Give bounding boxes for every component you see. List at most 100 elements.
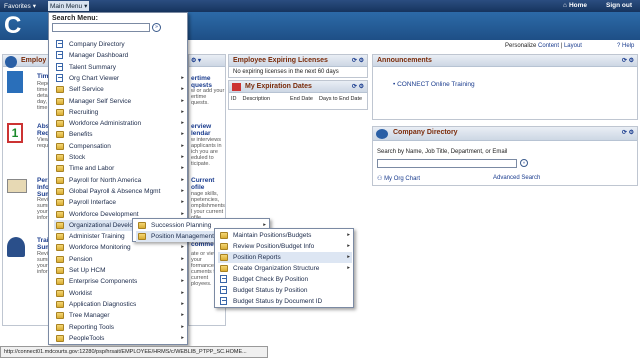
favorites-menu[interactable]: Favorites ▾: [4, 2, 36, 11]
home-link[interactable]: ⌂ Home: [563, 2, 587, 9]
directory-search-button[interactable]: »: [520, 159, 528, 167]
overtime-link[interactable]: ertime quests: [191, 75, 225, 89]
pagelet-controls[interactable]: ⟳ ⚙: [622, 129, 634, 136]
menu-item-workforce-monitoring[interactable]: Workforce Monitoring ▸: [54, 242, 186, 253]
menu-item-application-diagnostics[interactable]: Application Diagnostics ▸: [54, 299, 186, 310]
personalize-links: Personalize Content | Layout: [505, 43, 582, 49]
pagelet-title: Employee Expiring Licenses: [233, 57, 328, 64]
folder-icon: [56, 165, 64, 173]
menu-item-position-reports[interactable]: Position Reports ▸: [218, 252, 352, 263]
menu-item-budget-status-by-position[interactable]: Budget Status by Position: [218, 285, 352, 296]
menu-item-self-service[interactable]: Self Service ▸: [54, 84, 186, 95]
menu-search-button[interactable]: »: [152, 23, 161, 32]
menu-item-label: Position Reports: [233, 254, 281, 261]
pagelet-header: Employee Expiring Licenses ⟳ ⚙: [229, 55, 367, 67]
menu-item-worklist[interactable]: Worklist ▸: [54, 288, 186, 299]
folder-icon: [56, 210, 64, 218]
menu-item-payroll-interface[interactable]: Payroll Interface ▸: [54, 197, 186, 208]
menu-item-maintain-positions-budgets[interactable]: Maintain Positions/Budgets ▸: [218, 230, 352, 241]
menu-item-benefits[interactable]: Benefits ▸: [54, 129, 186, 140]
profile-link[interactable]: Current ofile: [191, 177, 225, 191]
menu-item-review-position-budget-info[interactable]: Review Position/Budget Info ▸: [218, 241, 352, 252]
favorites-label: Favorites: [4, 2, 31, 10]
menu-item-workforce-administration[interactable]: Workforce Administration ▸: [54, 118, 186, 129]
org-chart-link[interactable]: ⚇ My Org Chart: [377, 175, 420, 182]
document-icon: [56, 62, 63, 71]
interview-link[interactable]: erview lendar: [191, 123, 225, 137]
menu-item-manager-dashboard[interactable]: Manager Dashboard: [54, 50, 186, 61]
profile-desc: nage skills, npetencies, omplishments l …: [191, 191, 225, 221]
menu-item-label: PeopleTools: [69, 334, 105, 342]
expiring-text: No expiring licenses in the next 60 days: [233, 69, 339, 75]
pagelet-title: My Expiration Dates: [245, 83, 312, 90]
menu-item-pension[interactable]: Pension ▸: [54, 254, 186, 265]
menu-item-create-organization-structure[interactable]: Create Organization Structure ▸: [218, 263, 352, 274]
folder-icon: [56, 233, 64, 241]
announcement-item[interactable]: • CONNECT Online Training: [393, 81, 475, 88]
chevron-right-icon: ▸: [181, 199, 184, 206]
folder-icon: [56, 176, 64, 184]
folder-icon: [56, 289, 64, 297]
folder-icon: [56, 334, 64, 342]
timesheet-icon: [7, 71, 23, 93]
menu-search-input[interactable]: [52, 23, 150, 32]
chevron-right-icon: ▸: [181, 255, 184, 262]
pagelet-controls[interactable]: ⟳ ⚙: [352, 57, 364, 64]
menu-item-label: Application Diagnostics: [69, 300, 137, 308]
folder-icon: [56, 142, 64, 150]
menu-item-recruiting[interactable]: Recruiting ▸: [54, 107, 186, 118]
menu-item-budget-status-by-document-id[interactable]: Budget Status by Document ID: [218, 296, 352, 307]
document-icon: [56, 51, 63, 60]
folder-icon: [220, 243, 228, 250]
main-menu-button[interactable]: Main Menu ▾: [48, 1, 90, 11]
menu-item-stock[interactable]: Stock ▸: [54, 152, 186, 163]
menu-item-org-chart-viewer[interactable]: Org Chart Viewer ▸: [54, 73, 186, 84]
sign-out-link[interactable]: Sign out: [606, 2, 632, 9]
menu-item-label: Company Directory: [69, 41, 125, 48]
menu-item-time-and-labor[interactable]: Time and Labor ▸: [54, 163, 186, 174]
chevron-right-icon: ▸: [347, 232, 350, 238]
personalize-content-link[interactable]: Content: [538, 43, 559, 49]
help-link[interactable]: ? Help: [617, 43, 634, 49]
position-management-submenu: Maintain Positions/Budgets ▸ Review Positi…: [214, 228, 354, 308]
menu-item-tree-manager[interactable]: Tree Manager ▸: [54, 310, 186, 321]
chevron-right-icon: ▸: [181, 120, 184, 127]
directory-search-input[interactable]: [377, 159, 517, 168]
chevron-down-icon: ▾: [84, 3, 88, 10]
menu-item-label: Organizational Develop: [69, 221, 137, 229]
menu-item-company-directory[interactable]: Company Directory: [54, 39, 186, 50]
menu-item-label: Self Service: [69, 86, 104, 94]
folder-icon: [56, 187, 64, 195]
pagelet-controls[interactable]: ⟳ ⚙: [622, 57, 634, 64]
menu-item-budget-check-by-position[interactable]: Budget Check By Position: [218, 274, 352, 285]
menu-item-manager-self-service[interactable]: Manager Self Service ▸: [54, 96, 186, 107]
menu-item-talent-summary[interactable]: Talent Summary: [54, 62, 186, 73]
menu-item-reporting-tools[interactable]: Reporting Tools ▸: [54, 322, 186, 333]
menu-item-label: Workforce Monitoring: [69, 244, 131, 252]
pagelet-controls[interactable]: ⟳ ⚙: [352, 83, 364, 90]
document-icon: [56, 73, 63, 82]
menu-item-payroll-for-north-america[interactable]: Payroll for North America ▸: [54, 175, 186, 186]
menu-item-global-payroll-absence-mgmt[interactable]: Global Payroll & Absence Mgmt ▸: [54, 186, 186, 197]
menu-item-compensation[interactable]: Compensation ▸: [54, 141, 186, 152]
menu-item-label: Review Position/Budget Info: [233, 243, 315, 250]
menu-item-label: Tree Manager: [69, 312, 110, 320]
directory-search-label: Search by Name, Job Title, Department, o…: [377, 149, 508, 155]
menu-item-set-up-hcm[interactable]: Set Up HCM ▸: [54, 265, 186, 276]
document-icon: [220, 275, 227, 283]
pagelet-title: Employ: [21, 57, 47, 64]
chevron-right-icon: ▸: [181, 74, 184, 81]
company-directory-pagelet: Company Directory ⟳ ⚙ Search by Name, Job…: [372, 126, 638, 186]
menu-item-peopletools[interactable]: PeopleTools ▸: [54, 333, 186, 344]
menu-item-enterprise-components[interactable]: Enterprise Components ▸: [54, 276, 186, 287]
folder-icon: [56, 108, 64, 116]
chevron-right-icon: ▸: [181, 154, 184, 160]
calendar-icon: [232, 83, 241, 91]
chevron-right-icon: ▸: [347, 265, 350, 271]
pagelet-controls[interactable]: ⚙ ▾: [191, 57, 222, 64]
personalize-layout-link[interactable]: Layout: [564, 43, 582, 49]
menu-item-label: Talent Summary: [69, 63, 116, 71]
advanced-search-link[interactable]: Advanced Search: [493, 175, 540, 181]
announcements-pagelet: Announcements ⟳ ⚙ • CONNECT Online Traini…: [372, 54, 638, 120]
menu-item-label: Maintain Positions/Budgets: [233, 232, 312, 239]
